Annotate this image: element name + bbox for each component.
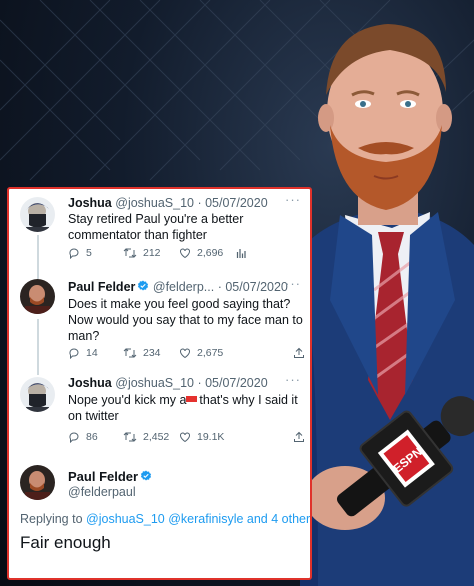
user-handle[interactable]: @felderpaul (68, 485, 136, 499)
tweet-3-actions: 86 2,452 19.1K (68, 431, 306, 447)
retweet-count: 212 (143, 247, 161, 259)
retweet-icon (123, 348, 137, 358)
more-dots-icon[interactable]: ··· (285, 276, 301, 291)
reply-button[interactable]: 86 (68, 431, 98, 443)
retweet-button[interactable]: 2,452 (123, 431, 169, 443)
reply-icon (69, 248, 79, 259)
share-icon (294, 431, 304, 442)
verified-badge-icon (140, 470, 152, 481)
main-tweet-name[interactable]: Paul Felder (68, 469, 152, 484)
share-icon (294, 347, 304, 358)
reply-icon (69, 432, 79, 443)
replying-to-users-link[interactable]: @joshuaS_10 @kerafinisyle and 4 others (86, 512, 310, 526)
tweet-3[interactable]: Joshua @joshuaS_10 · 05/07/2020 ··· Nope… (9, 371, 310, 455)
tweet-2-header: Paul Felder @felderp... · 05/07/2020 (68, 280, 288, 294)
avatar-joshua[interactable] (20, 377, 55, 412)
reply-count: 5 (86, 247, 92, 259)
tweet-2-actions: 14 234 2,675 (68, 347, 306, 363)
text-part: Nope you'd kick my a (68, 393, 187, 407)
retweet-button[interactable]: 234 (123, 347, 161, 359)
display-name[interactable]: Joshua (68, 376, 112, 390)
tweet-3-text: Nope you'd kick my a that's why I said it… (68, 392, 304, 424)
avatar-paul-felder[interactable] (20, 465, 55, 500)
retweet-icon (123, 432, 137, 442)
avatar-joshua[interactable] (20, 197, 55, 232)
tweet-1-header: Joshua @joshuaS_10 · 05/07/2020 (68, 196, 268, 210)
retweet-button[interactable]: 212 (123, 247, 161, 259)
like-button[interactable]: 2,696 (179, 247, 223, 259)
reply-button[interactable]: 14 (68, 347, 98, 359)
bar-chart-icon (236, 249, 246, 258)
user-handle[interactable]: @felderp... (153, 280, 214, 294)
views-button[interactable] (235, 247, 247, 259)
more-dots-icon[interactable]: ··· (285, 372, 301, 387)
like-button[interactable]: 2,675 (179, 347, 223, 359)
retweet-icon (123, 248, 137, 258)
like-count: 2,675 (197, 347, 224, 359)
heart-icon (180, 248, 190, 259)
tweet-1-actions: 5 212 2,696 (68, 247, 306, 263)
tweet-1[interactable]: Joshua @joshuaS_10 · 05/07/2020 ··· Stay… (9, 189, 310, 279)
main-tweet-text: Fair enough (20, 533, 111, 552)
retweet-count: 2,452 (143, 431, 170, 443)
tweet-date[interactable]: · 05/07/2020 (197, 376, 267, 390)
tweet-3-header: Joshua @joshuaS_10 · 05/07/2020 (68, 376, 268, 390)
redaction-mark (186, 396, 198, 402)
reply-button[interactable]: 5 (68, 247, 92, 259)
tweet-thread-card: Joshua @joshuaS_10 · 05/07/2020 ··· Stay… (7, 187, 312, 580)
user-handle[interactable]: @joshuaS_10 (115, 376, 194, 390)
tweet-2-text: Does it make you feel good saying that? … (68, 297, 303, 343)
heart-icon (180, 348, 190, 359)
tweet-date[interactable]: · 05/07/2020 (218, 280, 288, 294)
thread-connector (37, 319, 39, 375)
heart-icon (180, 432, 190, 443)
like-count: 19.1K (197, 431, 225, 443)
main-tweet[interactable]: Paul Felder @felderpaul Replying to @jos… (9, 455, 310, 578)
thread-connector (37, 235, 39, 279)
share-button[interactable] (293, 431, 305, 443)
tweet-2[interactable]: Paul Felder @felderp... · 05/07/2020 ···… (9, 275, 310, 375)
more-dots-icon[interactable]: ··· (285, 192, 301, 207)
display-name[interactable]: Paul Felder (68, 469, 138, 484)
like-count: 2,696 (197, 247, 224, 259)
user-handle[interactable]: @joshuaS_10 (115, 196, 194, 210)
reply-count: 86 (86, 431, 98, 443)
replying-prefix: Replying to (20, 512, 83, 526)
avatar-paul-felder[interactable] (20, 279, 55, 314)
like-button[interactable]: 19.1K (179, 431, 224, 443)
tweet-1-text: Stay retired Paul you're a better commen… (68, 212, 244, 242)
tweet-date[interactable]: · 05/07/2020 (197, 196, 267, 210)
replying-to: Replying to @joshuaS_10 @kerafinisyle an… (20, 512, 310, 526)
display-name[interactable]: Joshua (68, 196, 112, 210)
verified-badge-icon (138, 280, 149, 291)
retweet-count: 234 (143, 347, 161, 359)
display-name[interactable]: Paul Felder (68, 280, 135, 294)
reply-count: 14 (86, 347, 98, 359)
share-button[interactable] (293, 347, 305, 359)
reply-icon (69, 348, 79, 359)
